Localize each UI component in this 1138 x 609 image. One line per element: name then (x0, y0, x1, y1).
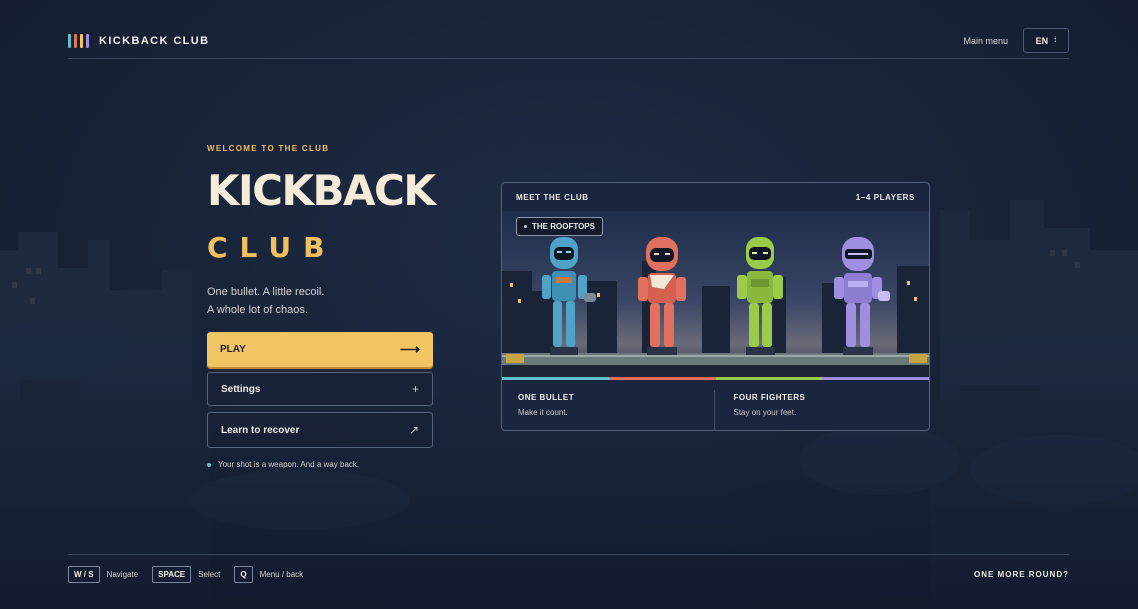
brand-name: KICKBACK CLUB (99, 35, 210, 47)
key-action: Select (198, 570, 221, 579)
brand-bar (74, 34, 77, 48)
brand[interactable]: KICKBACK CLUB (68, 34, 209, 48)
play-button[interactable]: PLAY ⟶ (207, 332, 433, 367)
settings-button[interactable]: Settings + (207, 372, 433, 406)
meet-the-club-card: MEET THE CLUB 1–4 PLAYERS THE ROOFTOPS O… (501, 182, 930, 431)
key-hint-menu-back: Q Menu / back (234, 566, 303, 583)
stripe-segment (715, 377, 823, 380)
stripe-segment (608, 377, 716, 380)
card-header: MEET THE CLUB 1–4 PLAYERS (502, 183, 929, 211)
arrow-right-icon: ⟶ (399, 341, 420, 357)
main-menu-link[interactable]: Main menu (963, 36, 1008, 46)
card-header-players: 1–4 PLAYERS (855, 192, 915, 202)
learn-to-recover-button[interactable]: Learn to recover ↗ (207, 412, 433, 448)
one-more-round-text: ONE MORE ROUND? (974, 570, 1069, 579)
bottom-bar: W / S Navigate SPACE Select Q Menu / bac… (68, 554, 1069, 594)
feature-title: FOUR FIGHTERS (733, 393, 806, 402)
settings-button-label: Settings (221, 383, 261, 395)
feature-subtitle: Stay on your feet. (733, 408, 797, 417)
top-bar: KICKBACK CLUB Main menu EN ⁞ (68, 28, 1069, 59)
key-cap: W / S (68, 566, 100, 583)
key-cap: Q (234, 566, 253, 583)
stripe-segment (502, 377, 609, 380)
brand-bar (86, 34, 89, 48)
feature-four-fighters: FOUR FIGHTERS Stay on your feet. (713, 390, 930, 430)
fighters-illustration: THE ROOFTOPS (502, 211, 929, 377)
location-badge-text: THE ROOFTOPS (532, 222, 595, 231)
eyebrow: WELCOME TO THE CLUB (207, 144, 330, 153)
brand-bar (68, 34, 71, 48)
brand-logo-icon (68, 34, 89, 48)
hint-dot-icon (207, 462, 211, 467)
chevron-down-icon: ⁞ (1054, 37, 1057, 44)
language-value: EN (1035, 35, 1049, 46)
play-button-label: PLAY (220, 344, 246, 355)
hint-text: Your shot is a weapon. And a way back. (218, 460, 360, 469)
plus-icon: + (411, 382, 419, 396)
key-hint-select: SPACE Select (152, 566, 220, 583)
location-badge: THE ROOFTOPS (516, 217, 603, 236)
title-line-1: KICKBACK (207, 166, 436, 215)
key-cap: SPACE (152, 566, 192, 583)
language-select[interactable]: EN ⁞ (1023, 28, 1069, 53)
color-stripe (502, 377, 929, 380)
card-features: ONE BULLET Make it count. FOUR FIGHTERS … (502, 380, 930, 430)
key-hint-navigate: W / S Navigate (68, 566, 138, 583)
feature-subtitle: Make it count. (518, 408, 568, 417)
location-dot-icon (524, 225, 527, 228)
key-action: Navigate (106, 570, 139, 579)
arrow-up-right-icon: ↗ (408, 423, 419, 437)
tagline: One bullet. A little recoil. A whole lot… (207, 283, 324, 319)
feature-title: ONE BULLET (518, 393, 575, 402)
card-header-title: MEET THE CLUB (516, 192, 589, 202)
stripe-segment (822, 377, 929, 380)
hint: Your shot is a weapon. And a way back. (207, 460, 359, 469)
feature-one-bullet: ONE BULLET Make it count. (502, 390, 714, 430)
key-action: Menu / back (259, 570, 304, 579)
tagline-line-1: One bullet. A little recoil. (207, 286, 325, 298)
key-hints: W / S Navigate SPACE Select Q Menu / bac… (68, 566, 303, 583)
learn-button-label: Learn to recover (221, 424, 300, 436)
brand-bar (80, 34, 83, 48)
title-line-2: CLUB (207, 231, 337, 264)
tagline-line-2: A whole lot of chaos. (207, 304, 308, 316)
